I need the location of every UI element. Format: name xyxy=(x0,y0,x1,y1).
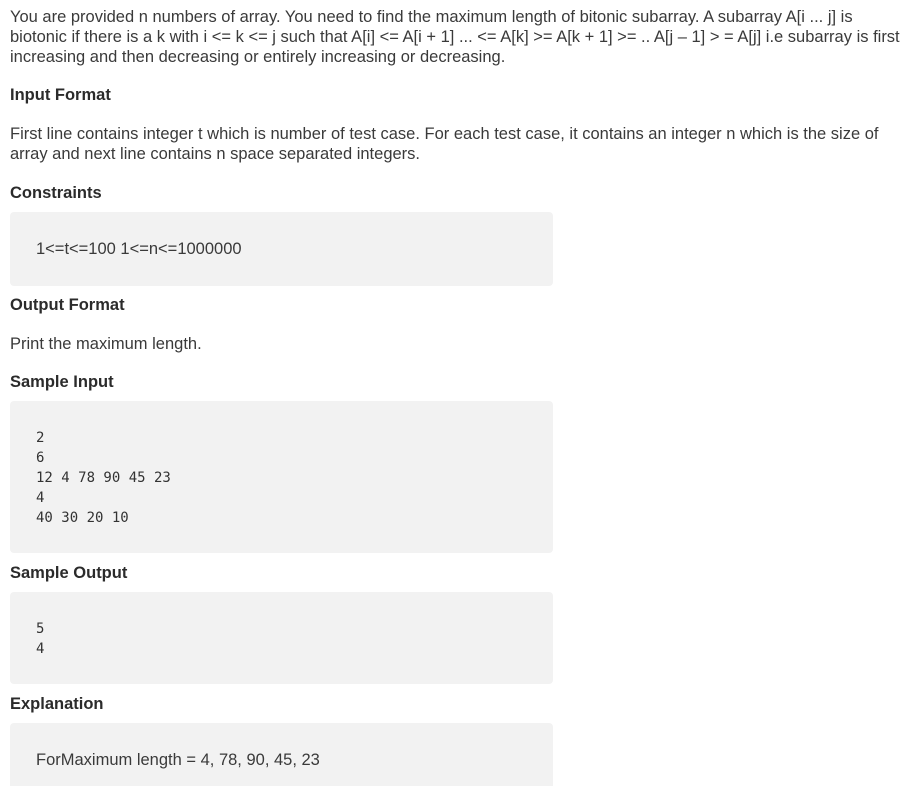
output-format-heading: Output Format xyxy=(10,296,125,314)
code-line: 5 xyxy=(36,621,45,637)
code-line: 4 xyxy=(36,490,45,506)
input-format-heading: Input Format xyxy=(10,86,111,104)
sample-input-box: 2 6 12 4 78 90 45 23 4 40 30 20 10 xyxy=(10,401,553,553)
problem-description: You are provided n numbers of array. You… xyxy=(10,8,900,66)
explanation-text: ForMaximum length = 4, 78, 90, 45, 23 xyxy=(36,751,320,769)
code-line: 4 xyxy=(36,641,45,657)
sample-output-heading: Sample Output xyxy=(10,564,128,582)
constraints-heading: Constraints xyxy=(10,184,102,202)
problem-statement: You are provided n numbers of array. You… xyxy=(0,0,911,786)
code-line: 12 4 78 90 45 23 xyxy=(36,470,171,486)
sample-output-code: 5 4 xyxy=(36,619,44,659)
explanation-heading: Explanation xyxy=(10,695,104,713)
code-line: 6 xyxy=(36,450,45,466)
sample-input-heading: Sample Input xyxy=(10,373,114,391)
sample-input-code: 2 6 12 4 78 90 45 23 4 40 30 20 10 xyxy=(36,428,171,528)
explanation-box: ForMaximum length = 4, 78, 90, 45, 23 xyxy=(10,723,553,786)
constraints-text: 1<=t<=100 1<=n<=1000000 xyxy=(36,240,242,258)
code-line: 2 xyxy=(36,430,45,446)
code-line: 40 30 20 10 xyxy=(36,510,129,526)
sample-output-box: 5 4 xyxy=(10,592,553,684)
constraints-box: 1<=t<=100 1<=n<=1000000 xyxy=(10,212,553,286)
output-format-text: Print the maximum length. xyxy=(10,335,202,353)
input-format-text: First line contains integer t which is n… xyxy=(10,125,879,163)
